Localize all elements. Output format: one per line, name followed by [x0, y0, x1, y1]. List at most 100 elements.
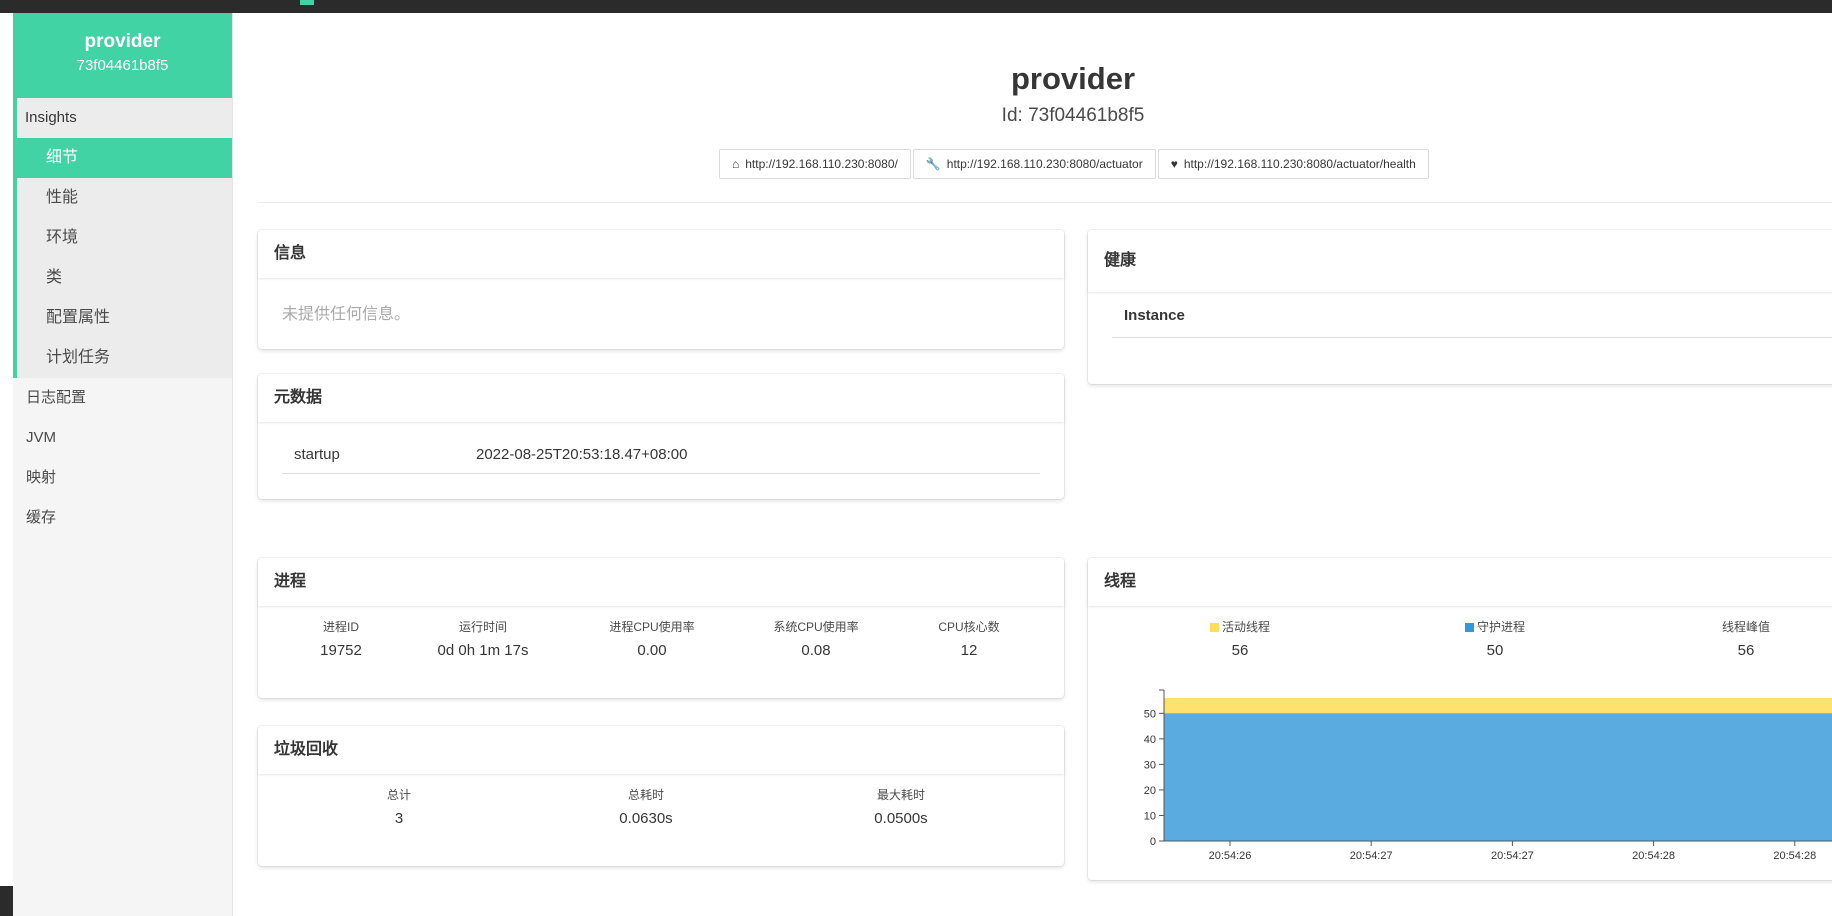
stat-label: CPU核心数 — [938, 620, 1000, 634]
sidebar-item-loggers[interactable]: 日志配置 — [13, 378, 232, 418]
stat-value: 0d 0h 1m 17s — [437, 642, 529, 659]
home-link-text: http://192.168.110.230:8080/ — [745, 157, 898, 171]
health-link[interactable]: ♥ http://192.168.110.230:8080/actuator/h… — [1157, 149, 1429, 179]
sidebar-item-scheduledtasks[interactable]: 计划任务 — [17, 338, 232, 378]
gc-card: 垃圾回收 总计 3 总耗时 0.0630s 最大耗时 0.0500s — [258, 726, 1064, 866]
daemon-threads-area — [1164, 713, 1832, 841]
top-bar — [0, 0, 1832, 13]
stat-label: 最大耗时 — [876, 788, 926, 802]
insights-group: Insights 细节 性能 环境 类 配置属性 计划任务 — [13, 98, 232, 378]
stat-label: 运行时间 — [458, 620, 507, 634]
thread-stats: 活动线程 56 守护进程 50 线程峰值 56 — [1088, 618, 1832, 678]
y-tick-label: 0 — [1150, 836, 1156, 848]
info-card-title: 信息 — [258, 230, 1064, 278]
stat-uptime: 运行时间 0d 0h 1m 17s — [438, 618, 529, 659]
stat-label: 活动线程 — [1209, 618, 1271, 635]
stat-value: 3 — [394, 810, 404, 827]
health-card: 健康 Instance — [1088, 230, 1832, 384]
stat-gc-total-time: 总耗时 0.0630s — [619, 786, 672, 827]
stat-gc-count: 总计 3 — [387, 786, 411, 827]
stat-label: 总计 — [386, 788, 412, 802]
sidebar-item-environment[interactable]: 环境 — [17, 218, 232, 258]
y-tick-label: 20 — [1144, 785, 1156, 797]
stat-label: 线程峰值 — [1721, 620, 1771, 634]
actuator-link[interactable]: 🔧 http://192.168.110.230:8080/actuator — [912, 149, 1156, 179]
header-divider — [258, 202, 1832, 203]
sidebar-item-mappings[interactable]: 映射 — [13, 458, 232, 498]
sidebar-item-beans[interactable]: 类 — [17, 258, 232, 298]
actuator-link-text: http://192.168.110.230:8080/actuator — [946, 157, 1143, 171]
process-stats: 进程ID 19752 运行时间 0d 0h 1m 17s 进程CPU使用率 0.… — [258, 618, 1064, 678]
live-threads-label: 活动线程 — [1221, 620, 1271, 634]
home-link[interactable]: ⌂ http://192.168.110.230:8080/ — [719, 149, 911, 179]
health-link-text: http://192.168.110.230:8080/actuator/hea… — [1183, 157, 1416, 171]
stat-pid: 进程ID 19752 — [320, 618, 362, 659]
info-empty-text: 未提供任何信息。 — [282, 306, 411, 323]
threads-card-title: 线程 — [1088, 558, 1832, 606]
stat-value: 12 — [960, 642, 978, 659]
y-tick-label: 40 — [1144, 734, 1156, 746]
sidebar-item-configprops[interactable]: 配置属性 — [17, 298, 232, 338]
stat-value: 0.08 — [801, 642, 831, 659]
page-title: provider — [1010, 61, 1136, 96]
wrench-icon: 🔧 — [925, 157, 941, 171]
y-tick-label: 30 — [1144, 759, 1156, 771]
app-id: 73f04461b8f5 — [76, 57, 169, 74]
stat-process-cpu: 进程CPU使用率 0.00 — [609, 618, 694, 659]
sidebar-header[interactable]: provider 73f04461b8f5 — [13, 13, 232, 98]
sidebar-item-jvm[interactable]: JVM — [13, 418, 232, 458]
x-tick-label: 20:54:27 — [1491, 850, 1534, 862]
endpoint-links: ⌂ http://192.168.110.230:8080/ 🔧 http://… — [719, 149, 1431, 179]
stat-label: 总耗时 — [627, 788, 665, 802]
stat-value: 56 — [1231, 642, 1249, 659]
home-icon: ⌂ — [732, 157, 740, 171]
metadata-card-title: 元数据 — [258, 374, 1064, 422]
daemon-threads-label: 守护进程 — [1476, 620, 1526, 634]
sidebar-item-metrics[interactable]: 性能 — [17, 178, 232, 218]
x-tick-label: 20:54:26 — [1209, 850, 1252, 862]
y-tick-label: 10 — [1144, 810, 1156, 822]
stat-value: 0.00 — [637, 642, 667, 659]
stat-daemon-threads: 守护进程 50 — [1464, 618, 1526, 659]
app-name: provider — [84, 31, 161, 52]
health-card-title: 健康 — [1088, 230, 1832, 292]
metadata-row: startup 2022-08-25T20:53:18.47+08:00 — [282, 436, 1040, 474]
sidebar: provider 73f04461b8f5 Insights 细节 性能 环境 … — [13, 13, 233, 916]
left-strip — [0, 13, 13, 916]
stat-value: 19752 — [320, 642, 362, 659]
stat-value: 0.0630s — [619, 810, 673, 827]
stat-value: 50 — [1486, 642, 1504, 659]
stat-value: 0.0500s — [874, 810, 928, 827]
left-strip-dark — [0, 886, 13, 916]
stat-value: 56 — [1737, 642, 1755, 659]
stat-peak-threads: 线程峰值 56 — [1722, 618, 1770, 659]
brand-logo-icon — [300, 0, 314, 5]
y-tick-label: 50 — [1144, 708, 1156, 720]
main-content: provider Id: 73f04461b8f5 ⌂ http://192.1… — [233, 13, 1832, 916]
health-instance[interactable]: Instance — [1112, 294, 1832, 338]
x-tick-label: 20:54:28 — [1773, 850, 1816, 862]
stat-label: 进程ID — [322, 620, 359, 634]
stat-cpu-cores: CPU核心数 12 — [938, 618, 999, 659]
stat-label: 守护进程 — [1464, 618, 1526, 635]
stat-label: 进程CPU使用率 — [609, 620, 695, 634]
stat-live-threads: 活动线程 56 — [1209, 618, 1271, 659]
process-card: 进程 进程ID 19752 运行时间 0d 0h 1m 17s 进程CPU使用率… — [258, 558, 1064, 698]
x-tick-label: 20:54:28 — [1632, 850, 1675, 862]
gc-card-title: 垃圾回收 — [258, 726, 1064, 774]
process-card-title: 进程 — [258, 558, 1064, 606]
live-threads-swatch — [1209, 623, 1219, 632]
sidebar-item-caches[interactable]: 缓存 — [13, 498, 232, 538]
metadata-key: startup — [294, 446, 340, 463]
metadata-value: 2022-08-25T20:53:18.47+08:00 — [476, 446, 688, 463]
metadata-card: 元数据 startup 2022-08-25T20:53:18.47+08:00 — [258, 374, 1064, 499]
stat-system-cpu: 系统CPU使用率 0.08 — [773, 618, 858, 659]
info-card: 信息 未提供任何信息。 — [258, 230, 1064, 349]
gc-stats: 总计 3 总耗时 0.0630s 最大耗时 0.0500s — [258, 786, 1064, 846]
stat-label: 系统CPU使用率 — [773, 620, 859, 634]
sidebar-item-details[interactable]: 细节 — [17, 138, 232, 178]
x-tick-label: 20:54:27 — [1350, 850, 1393, 862]
sidebar-item-insights[interactable]: Insights — [17, 98, 232, 138]
threads-card: 线程 活动线程 56 守护进程 50 线程峰值 56 0 10 20 30 40 50 20… — [1088, 558, 1832, 880]
daemon-threads-swatch — [1464, 623, 1474, 632]
